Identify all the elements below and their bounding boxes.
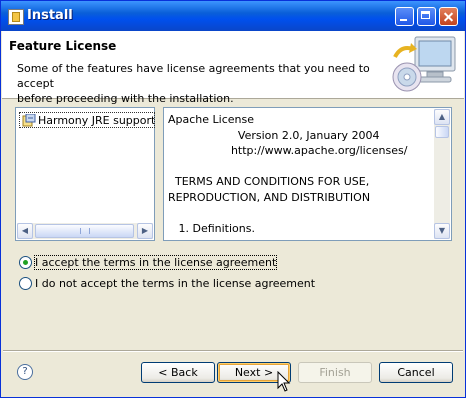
back-button[interactable]: < Back xyxy=(141,362,215,383)
license-line: http://www.apache.org/licenses/ xyxy=(168,144,408,157)
license-line: 1. Definitions. xyxy=(168,221,255,235)
license-line xyxy=(168,159,430,175)
window-title: Install xyxy=(27,8,73,23)
page-description: Some of the features have license agreem… xyxy=(17,61,377,106)
maximize-button[interactable] xyxy=(417,7,436,26)
scroll-up-button[interactable]: ▲ xyxy=(434,109,450,125)
title-bar[interactable]: Install xyxy=(1,1,465,31)
install-monitor-icon xyxy=(392,36,456,92)
minimize-button[interactable] xyxy=(395,7,414,26)
license-line: TERMS AND CONDITIONS FOR USE, xyxy=(168,175,370,188)
scroll-thumb[interactable] xyxy=(435,126,449,138)
accept-radio[interactable] xyxy=(19,256,32,269)
page-title: Feature License xyxy=(9,39,117,53)
license-line xyxy=(168,205,430,221)
chevron-up-icon: ▲ xyxy=(438,112,446,121)
button-bar-separator xyxy=(3,350,463,352)
license-line: REPRODUCTION, AND DISTRIBUTION xyxy=(168,190,371,204)
wizard-header: Feature License Some of the features hav… xyxy=(2,31,464,105)
install-icon xyxy=(8,9,24,25)
scroll-right-button[interactable]: ▶ xyxy=(137,223,153,239)
finish-button[interactable]: Finish xyxy=(298,362,372,383)
install-dialog: Install Feature License Some of the feat… xyxy=(0,0,466,398)
feature-list[interactable]: Harmony JRE support 1. ◀ ▶ xyxy=(15,107,155,241)
mouse-cursor-icon xyxy=(277,371,291,392)
page-description-line-1: Some of the features have license agreem… xyxy=(17,62,370,90)
feature-label: Harmony JRE support 1. xyxy=(38,114,155,127)
cancel-button[interactable]: Cancel xyxy=(379,362,453,383)
page-description-line-2: before proceeding with the installation. xyxy=(17,92,234,105)
license-text-area[interactable]: Apache License Version 2.0, January 2004… xyxy=(163,107,452,241)
chevron-left-icon: ◀ xyxy=(21,226,29,235)
help-button[interactable]: ? xyxy=(17,364,33,380)
license-line: Apache License xyxy=(168,113,255,126)
scroll-down-button[interactable]: ▼ xyxy=(434,223,450,239)
license-line: Version 2.0, January 2004 xyxy=(168,128,380,142)
feature-list-item[interactable]: Harmony JRE support 1. xyxy=(19,112,155,128)
decline-radio[interactable] xyxy=(19,277,32,290)
scroll-thumb[interactable] xyxy=(35,224,134,238)
feature-list-hscrollbar[interactable]: ◀ ▶ xyxy=(17,223,153,239)
chevron-down-icon: ▼ xyxy=(438,226,446,235)
chevron-right-icon: ▶ xyxy=(141,226,149,235)
decline-label[interactable]: I do not accept the terms in the license… xyxy=(35,277,315,290)
scroll-left-button[interactable]: ◀ xyxy=(17,223,33,239)
help-icon: ? xyxy=(22,366,28,377)
accept-label[interactable]: I accept the terms in the license agreem… xyxy=(33,255,278,270)
license-vscrollbar[interactable]: ▲ ▼ xyxy=(434,109,450,239)
close-button[interactable] xyxy=(439,7,458,26)
license-text: Apache License Version 2.0, January 2004… xyxy=(168,112,430,240)
license-line xyxy=(168,236,430,240)
feature-icon xyxy=(22,114,36,127)
